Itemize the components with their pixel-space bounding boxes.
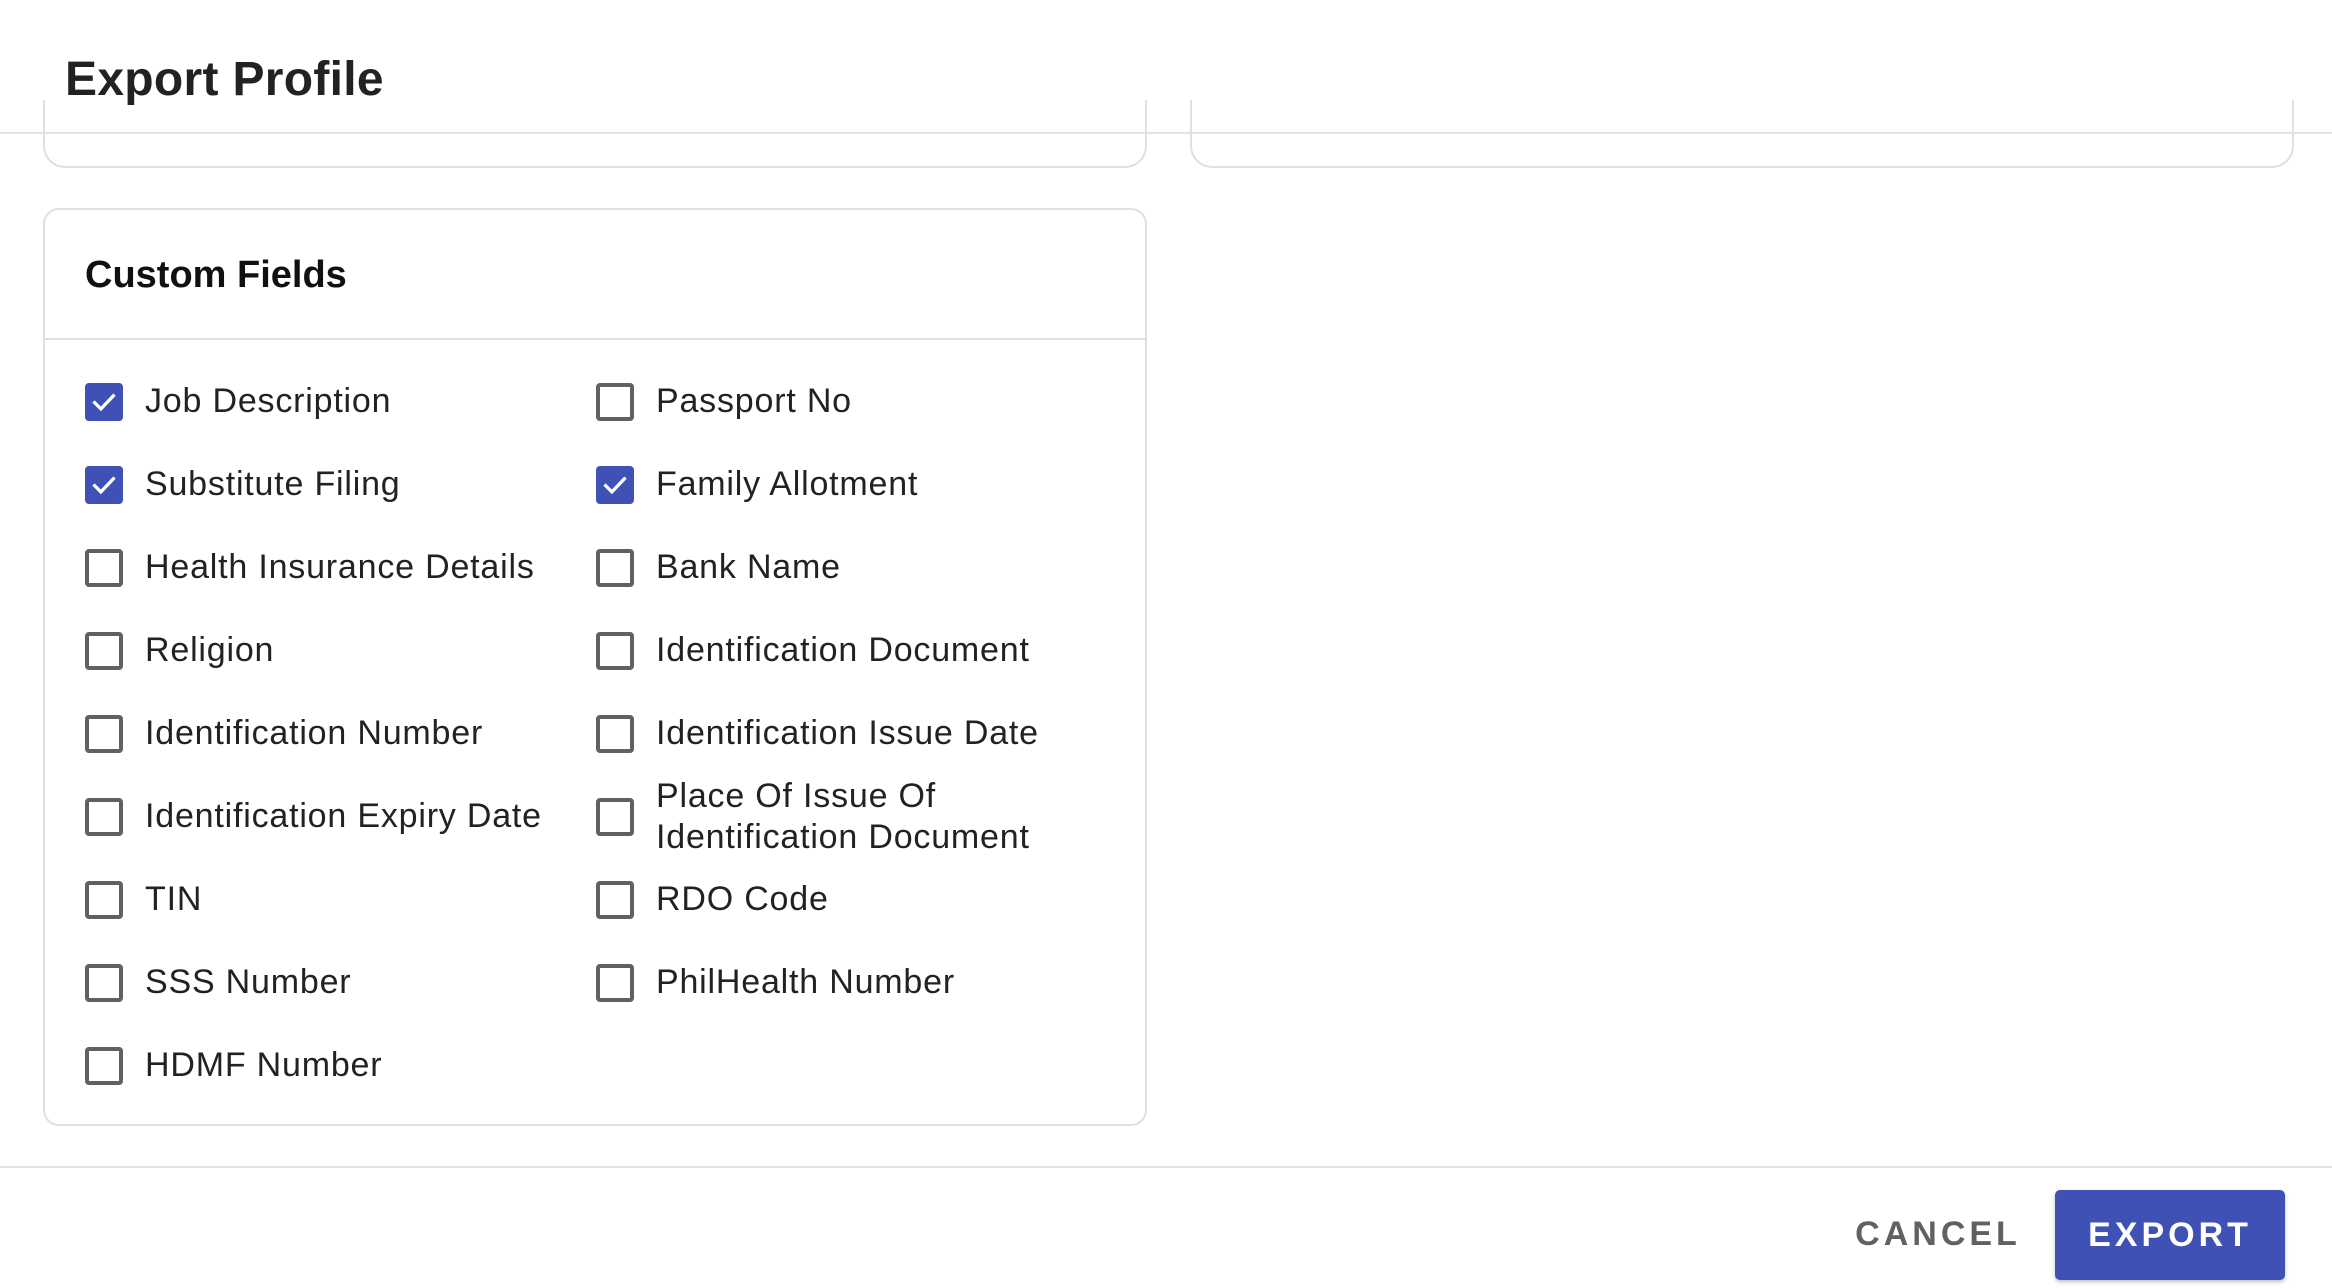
export-profile-dialog: Export Profile Custom Fields Job Descrip… xyxy=(0,0,2332,1288)
custom-field-option[interactable]: Health Insurance Details xyxy=(85,526,596,609)
custom-field-label: Identification Expiry Date xyxy=(145,797,542,835)
custom-field-option[interactable]: Identification Issue Date xyxy=(596,692,1116,775)
custom-field-option[interactable]: Bank Name xyxy=(596,526,1116,609)
custom-field-label: Bank Name xyxy=(656,548,841,586)
custom-field-option[interactable]: Religion xyxy=(85,609,596,692)
previous-section-card-right xyxy=(1190,100,2294,168)
custom-fields-card: Custom Fields Job Description Passport No… xyxy=(43,208,1147,1126)
checkbox-checked[interactable] xyxy=(85,382,123,421)
checkbox-unchecked[interactable] xyxy=(85,1046,123,1085)
custom-field-label: Job Description xyxy=(145,382,392,420)
checkbox-unchecked[interactable] xyxy=(85,963,123,1002)
checkbox-unchecked[interactable] xyxy=(596,714,634,753)
checkbox-unchecked[interactable] xyxy=(596,963,634,1002)
custom-field-label: RDO Code xyxy=(656,880,829,918)
custom-field-option[interactable]: HDMF Number xyxy=(85,1024,596,1107)
custom-field-label: PhilHealth Number xyxy=(656,963,955,1001)
checkbox-checked[interactable] xyxy=(596,465,634,504)
custom-field-option[interactable]: Identification Number xyxy=(85,692,596,775)
custom-field-label: Place Of Issue Of Identification Documen… xyxy=(656,776,1030,856)
checkbox-unchecked[interactable] xyxy=(596,548,634,587)
export-button[interactable]: EXPORT xyxy=(2055,1190,2285,1280)
custom-field-option[interactable]: Identification Document xyxy=(596,609,1116,692)
checkbox-unchecked[interactable] xyxy=(85,631,123,670)
custom-field-label: Identification Number xyxy=(145,714,484,752)
checkbox-unchecked[interactable] xyxy=(85,548,123,587)
custom-field-option[interactable]: RDO Code xyxy=(596,858,1116,941)
checkbox-unchecked[interactable] xyxy=(596,797,634,836)
custom-field-label: Identification Issue Date xyxy=(656,714,1039,752)
custom-field-option[interactable]: Passport No xyxy=(596,360,1116,443)
checkmark-icon xyxy=(92,392,116,411)
custom-field-option[interactable]: Substitute Filing xyxy=(85,443,596,526)
custom-field-label: Substitute Filing xyxy=(145,465,401,503)
custom-field-option[interactable]: Job Description xyxy=(85,360,596,443)
checkbox-unchecked[interactable] xyxy=(85,880,123,919)
custom-field-label: Health Insurance Details xyxy=(145,548,535,586)
dialog-footer: CANCEL EXPORT xyxy=(0,1166,2332,1288)
custom-field-option[interactable]: Identification Expiry Date xyxy=(85,775,596,858)
custom-field-label: Religion xyxy=(145,631,275,669)
checkmark-icon xyxy=(92,475,116,494)
custom-field-label: TIN xyxy=(145,880,203,918)
checkbox-unchecked[interactable] xyxy=(85,797,123,836)
custom-fields-list: Job Description Passport No Substitute Fil… xyxy=(85,360,1125,1107)
checkbox-checked[interactable] xyxy=(85,465,123,504)
custom-field-option[interactable]: Family Allotment xyxy=(596,443,1116,526)
custom-field-label: Passport No xyxy=(656,382,852,420)
checkbox-unchecked[interactable] xyxy=(85,714,123,753)
checkbox-unchecked[interactable] xyxy=(596,631,634,670)
custom-field-option[interactable]: Place Of Issue Of Identification Documen… xyxy=(596,775,1116,858)
custom-field-label: Family Allotment xyxy=(656,465,919,503)
cancel-button[interactable]: CANCEL xyxy=(1840,1192,2036,1276)
custom-field-option[interactable]: TIN xyxy=(85,858,596,941)
custom-fields-header: Custom Fields xyxy=(45,210,1145,340)
previous-section-card-left xyxy=(43,100,1147,168)
custom-field-option[interactable]: SSS Number xyxy=(85,941,596,1024)
custom-field-option[interactable]: PhilHealth Number xyxy=(596,941,1116,1024)
custom-field-label: SSS Number xyxy=(145,963,352,1001)
checkmark-icon xyxy=(603,475,627,494)
checkbox-unchecked[interactable] xyxy=(596,382,634,421)
custom-field-label: HDMF Number xyxy=(145,1046,383,1084)
custom-fields-title: Custom Fields xyxy=(85,254,347,296)
checkbox-unchecked[interactable] xyxy=(596,880,634,919)
dialog-title: Export Profile xyxy=(65,53,384,106)
custom-field-label: Identification Document xyxy=(656,631,1030,669)
